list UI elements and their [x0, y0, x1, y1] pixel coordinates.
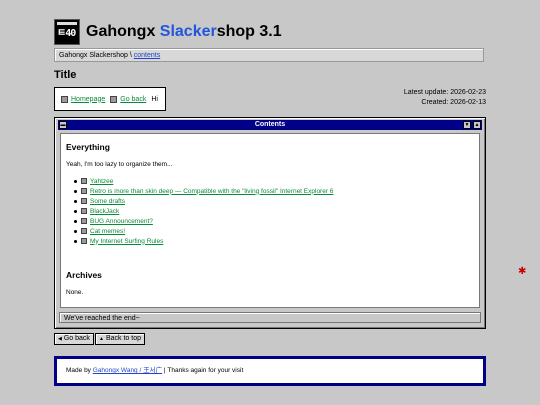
- breadcrumb-site: Gahongx Slackershop: [59, 52, 128, 59]
- window-content: Everything Yeah, I'm too lazy to organiz…: [60, 133, 480, 308]
- page-icon: [81, 228, 87, 234]
- list-item: My Internet Surfing Rules: [74, 236, 474, 246]
- page-icon: [81, 208, 87, 214]
- back-icon: [110, 95, 118, 103]
- bullet-icon: [74, 219, 77, 223]
- list-item: Cat memes!: [74, 226, 474, 236]
- post-link[interactable]: My Internet Surfing Rules: [90, 238, 163, 245]
- latest-update-date: Latest update: 2026-02-23: [403, 89, 486, 96]
- maximize-icon[interactable]: ▲: [473, 121, 481, 129]
- page-icon: [61, 95, 68, 103]
- post-link[interactable]: BUG Announcement?: [90, 218, 153, 225]
- logo-text: ㅌ40: [57, 28, 76, 39]
- back-to-top-button[interactable]: ▲ Back to top: [95, 333, 145, 345]
- nav-homepage-link[interactable]: Homepage: [71, 96, 105, 103]
- nav-go-back[interactable]: Go back: [110, 95, 146, 103]
- created-date: Created: 2026-02-13: [421, 99, 486, 106]
- window-title: Contents: [254, 121, 286, 128]
- nav-box: Homepage Go back Hi: [54, 87, 166, 111]
- archives-heading: Archives: [66, 270, 102, 280]
- bullet-icon: [74, 209, 77, 213]
- window-titlebar: ▬ Contents ▼ ▲: [58, 120, 482, 130]
- list-item: Retro is more than skin deep — Compatibl…: [74, 186, 474, 196]
- left-arrow-icon: ◀: [58, 336, 62, 342]
- everything-intro: Yeah, I'm too lazy to organize them...: [66, 161, 173, 168]
- site-logo[interactable]: ㅌ40: [54, 19, 80, 45]
- bullet-icon: [74, 239, 77, 243]
- site-header: ㅌ40 Gahongx Slackershop 3.1: [54, 18, 282, 46]
- footer-thanks: | Thanks again for your visit: [162, 367, 244, 374]
- minimize-icon[interactable]: ▼: [463, 121, 471, 129]
- archives-text: None.: [66, 289, 84, 296]
- bullet-icon: [74, 179, 77, 183]
- post-link[interactable]: Cat memes!: [90, 228, 125, 235]
- page-dates: Latest update: 2026-02-23 Created: 2026-…: [404, 88, 486, 108]
- page-icon: [81, 238, 87, 244]
- back-to-top-button-label: Back to top: [105, 335, 141, 342]
- list-item: Some drafts: [74, 196, 474, 206]
- window-status-bar: We've reached the end~: [59, 312, 481, 323]
- page-footer: Made by Gahongx Wang / 王서广 | Thanks agai…: [54, 356, 486, 386]
- up-arrow-icon: ▲: [99, 336, 104, 342]
- post-link[interactable]: BlackJack: [90, 208, 119, 215]
- contents-window: ▬ Contents ▼ ▲ Everything Yeah, I'm too …: [54, 117, 486, 329]
- list-item: BlackJack: [74, 206, 474, 216]
- nav-go-back-link[interactable]: Go back: [120, 96, 146, 103]
- everything-heading: Everything: [66, 142, 110, 152]
- page-icon: [81, 198, 87, 204]
- page-icon: [81, 218, 87, 224]
- footer-made-by: Made by: [66, 367, 93, 374]
- footer-author-link[interactable]: Gahongx Wang / 王서广: [93, 367, 162, 374]
- bug-icon[interactable]: ✱: [518, 267, 526, 277]
- site-title-prefix: Gahongx: [86, 23, 160, 40]
- site-title-accent: Slacker: [159, 23, 217, 40]
- list-item: BUG Announcement?: [74, 216, 474, 226]
- nav-homepage[interactable]: Homepage: [61, 95, 105, 103]
- post-link[interactable]: Some drafts: [90, 198, 125, 205]
- bullet-icon: [74, 189, 77, 193]
- logo-bar: [57, 22, 77, 25]
- bullet-icon: [74, 229, 77, 233]
- site-title-suffix: shop 3.1: [216, 23, 282, 40]
- page-title: Title: [54, 69, 77, 81]
- bullet-icon: [74, 199, 77, 203]
- go-back-button-label: Go back: [63, 335, 90, 342]
- window-menu-icon[interactable]: ▬: [59, 121, 67, 129]
- site-title: Gahongx Slackershop 3.1: [86, 23, 282, 41]
- post-link[interactable]: Yahtzee: [90, 178, 113, 185]
- breadcrumb: Gahongx Slackershop \ contents: [54, 48, 484, 62]
- breadcrumb-current-link[interactable]: contents: [134, 52, 160, 59]
- post-list: Yahtzee Retro is more than skin deep — C…: [66, 176, 474, 246]
- page-icon: [81, 188, 87, 194]
- nav-hi-text: Hi: [151, 95, 158, 103]
- list-item: Yahtzee: [74, 176, 474, 186]
- page-icon: [81, 178, 87, 184]
- go-back-button[interactable]: ◀ Go back: [54, 333, 94, 345]
- post-link[interactable]: Retro is more than skin deep — Compatibl…: [90, 188, 333, 195]
